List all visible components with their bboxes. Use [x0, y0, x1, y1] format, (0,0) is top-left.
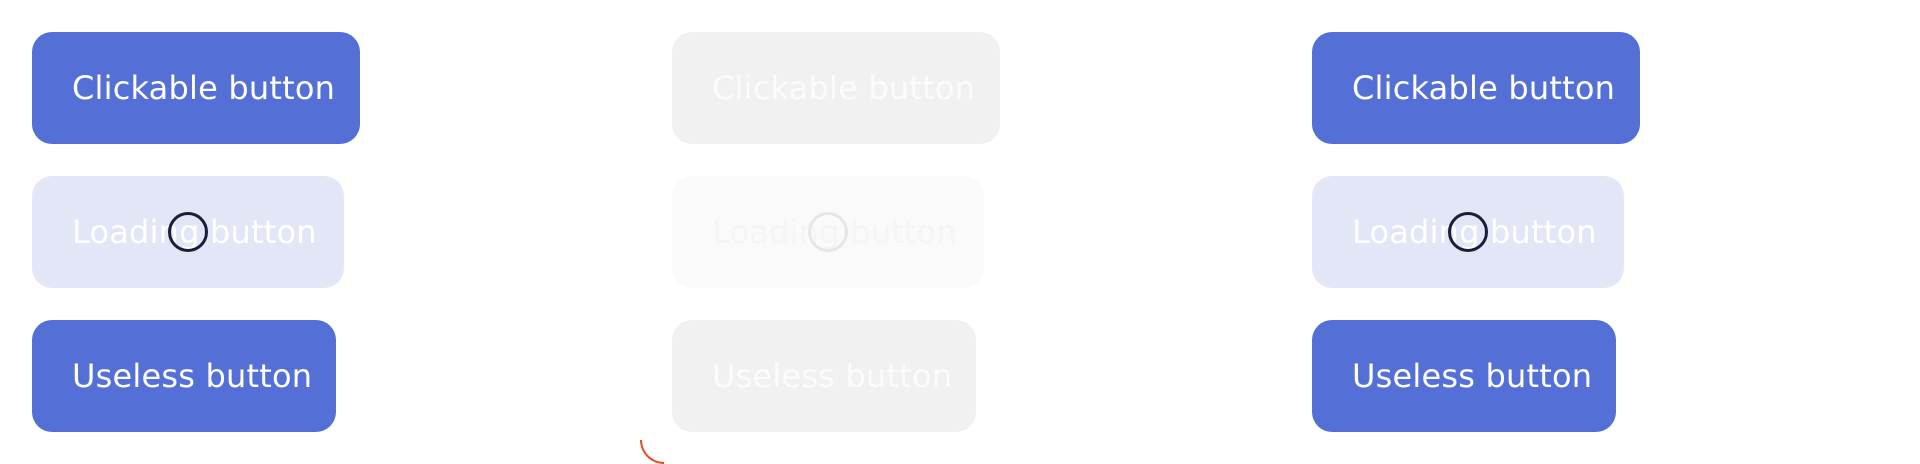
- loading-button-disabled: Loading button: [672, 176, 984, 288]
- useless-button-label: Useless button: [1352, 357, 1593, 395]
- clickable-button-label: Clickable button: [1352, 69, 1616, 107]
- loading-spinner-icon: [168, 212, 208, 252]
- button-states-stage: Clickable button Loading button Useless …: [0, 0, 1920, 464]
- useless-button[interactable]: Useless button: [32, 320, 336, 432]
- clickable-button-label: Clickable button: [712, 69, 976, 107]
- useless-button-label: Useless button: [712, 357, 953, 395]
- panel-enabled-right: Clickable button Loading button Useless …: [1280, 0, 1920, 464]
- useless-button[interactable]: Useless button: [1312, 320, 1616, 432]
- loading-button[interactable]: Loading button: [1312, 176, 1624, 288]
- clickable-button[interactable]: Clickable button: [32, 32, 360, 144]
- focus-corner-mark: [640, 440, 664, 464]
- useless-button-disabled: Useless button: [672, 320, 976, 432]
- clickable-button-disabled: Clickable button: [672, 32, 1000, 144]
- loading-spinner-icon: [808, 212, 848, 252]
- loading-spinner-icon: [1448, 212, 1488, 252]
- clickable-button-label: Clickable button: [72, 69, 336, 107]
- useless-button-label: Useless button: [72, 357, 313, 395]
- panel-enabled-left: Clickable button Loading button Useless …: [0, 0, 640, 464]
- clickable-button[interactable]: Clickable button: [1312, 32, 1640, 144]
- loading-button[interactable]: Loading button: [32, 176, 344, 288]
- panel-disabled-middle: Clickable button Loading button Useless …: [640, 0, 1280, 464]
